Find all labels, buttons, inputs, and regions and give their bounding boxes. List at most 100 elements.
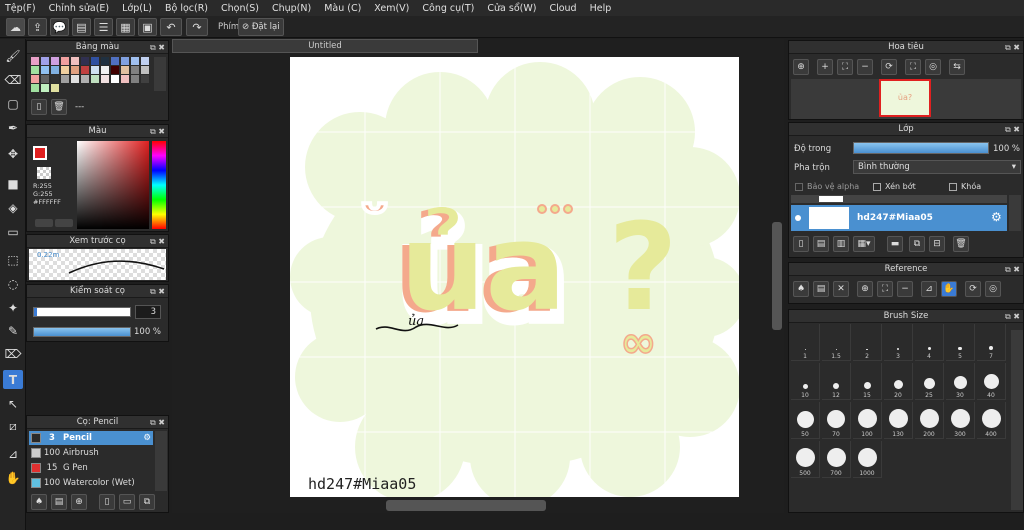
brush-size-cell[interactable]: 70 [822,402,851,439]
brush-size-cell[interactable]: 1000 [853,441,882,478]
magic-wand-icon[interactable]: ✦ [3,298,23,317]
layer-row-active[interactable]: hd247#Miaa05 ⚙ [791,205,1007,231]
redo-icon[interactable]: ↷ [186,18,208,36]
list-icon[interactable]: ☰ [94,18,113,36]
palette-swatch[interactable] [111,66,119,74]
merge-layer-icon[interactable]: ⊟ [929,236,945,252]
new-layer-1bit-icon[interactable]: ▥ [833,236,849,252]
blend-mode-select[interactable]: Bình thường ▾ [853,160,1021,174]
palette-swatch[interactable] [41,84,49,92]
foreground-color[interactable] [33,146,47,160]
palette-swatch[interactable] [51,75,59,83]
menu-item-6[interactable]: Màu (C) [324,3,361,14]
select-tool-icon[interactable]: ⬚ [3,250,23,269]
zoom-icon[interactable]: ⊕ [793,59,809,75]
palette-swatch[interactable] [51,84,59,92]
brush-size-cell[interactable]: 1 [791,324,820,361]
brush-settings-icon[interactable]: ▯ [99,494,115,510]
eyedropper-icon[interactable]: ⊿ [3,444,23,463]
palette-swatch[interactable] [61,75,69,83]
palette-swatch[interactable] [141,75,149,83]
layer-settings-gear-icon[interactable]: ⚙ [991,210,1002,224]
menu-item-2[interactable]: Lớp(L) [122,3,152,14]
palette-swatch[interactable] [81,75,89,83]
folder-icon[interactable]: ▤ [51,494,67,510]
document-tab[interactable]: Untitled [172,39,478,53]
hand-tool-icon[interactable]: ✋ [3,468,23,487]
brush-item[interactable]: 3 Pencil ⚙ [29,431,153,445]
palette-swatch[interactable] [91,57,99,65]
brush-size-cell[interactable]: 20 [884,363,913,400]
protect-alpha-checkbox[interactable] [795,183,803,191]
navigator-thumbnail[interactable]: ủa? [879,79,931,117]
palette-swatch[interactable] [121,57,129,65]
palette-swatch[interactable] [31,66,39,74]
ref-eyedropper-icon[interactable]: ⊿ [921,281,937,297]
fill-tool-icon[interactable]: ◈ [3,198,23,217]
ref-fit-icon[interactable]: ⛶ [877,281,893,297]
layer-scrollbar[interactable] [1009,195,1021,231]
brush-size-cell[interactable]: 200 [915,402,944,439]
color-eyedrop-button[interactable] [55,219,73,227]
flip-icon[interactable]: ⇆ [949,59,965,75]
palette-swatch[interactable] [111,75,119,83]
add-layer-menu-icon[interactable]: ▦▾ [853,236,875,252]
ref-rotate-reset-icon[interactable]: ◎ [985,281,1001,297]
ref-zoom-icon[interactable]: ⊕ [857,281,873,297]
canvas-hscroll[interactable] [386,500,546,511]
palette-swatch[interactable] [101,57,109,65]
palette-swatch[interactable] [121,75,129,83]
brush-opacity-slider[interactable] [33,327,131,337]
canvas-vscroll[interactable] [772,222,782,330]
lasso-tool-icon[interactable]: ◌ [3,274,23,293]
palette-swatch[interactable] [141,57,149,65]
brush-size-cell[interactable]: 3 [884,324,913,361]
saturation-value-picker[interactable] [77,141,149,229]
palette-swatch[interactable] [31,84,39,92]
import-brush-icon[interactable]: ⊕ [71,494,87,510]
brush-size-cell[interactable]: 2 [853,324,882,361]
brush-size-input[interactable]: 3 [135,305,161,319]
brush-size-cell[interactable]: 5 [946,324,975,361]
brush-size-cell[interactable]: 15 [853,363,882,400]
select-pen-icon[interactable]: ✎ [3,321,23,340]
palette-swatch[interactable] [91,75,99,83]
image-icon[interactable]: ▣ [138,18,157,36]
menu-item-4[interactable]: Chọn(S) [221,3,259,14]
brush-size-cell[interactable]: 7 [977,324,1006,361]
palette-swatch[interactable] [41,66,49,74]
palette-swatch[interactable] [81,66,89,74]
menu-item-11[interactable]: Help [590,3,612,14]
chat-icon[interactable]: 💬 [50,18,69,36]
delete-layer-icon[interactable]: 🗑 [953,236,969,252]
hue-slider[interactable] [152,141,166,229]
palette-swatch[interactable] [131,57,139,65]
brush-size-cell[interactable]: 700 [822,441,851,478]
palette-swatch[interactable] [41,57,49,65]
lock-checkbox[interactable] [949,183,957,191]
select-eraser-icon[interactable]: ⌦ [3,344,23,363]
brush-size-cell[interactable]: 40 [977,363,1006,400]
reset-button[interactable]: ⊘ Đặt lại [238,18,284,36]
palette-swatch[interactable] [101,66,109,74]
menu-item-1[interactable]: Chỉnh sửa(E) [49,3,110,14]
text-tool-icon[interactable]: T [3,370,23,389]
ref-open-icon[interactable]: ▤ [813,281,829,297]
menu-item-8[interactable]: Công cụ(T) [422,3,474,14]
rotate-reset-icon[interactable]: ◎ [925,59,941,75]
new-layer-8bit-icon[interactable]: ▤ [813,236,829,252]
menu-item-7[interactable]: Xem(V) [374,3,409,14]
brush-tool-icon[interactable]: 🖌 [3,46,23,65]
brush-size-cell[interactable]: 25 [915,363,944,400]
layer-visibility-icon[interactable] [795,215,801,221]
brush-duplicate-icon[interactable]: ⧉ [139,494,155,510]
move-tool-icon[interactable]: ✥ [3,144,23,163]
menu-item-5[interactable]: Chụp(N) [272,3,311,14]
add-brush-icon[interactable]: ♠ [31,494,47,510]
palette-swatch[interactable] [91,66,99,74]
brush-size-cell[interactable]: 50 [791,402,820,439]
divide-tool-icon[interactable]: ⧄ [3,417,23,436]
layer-folder-icon[interactable]: ▬ [887,236,903,252]
layer-row-partial[interactable] [791,195,1007,203]
menu-item-10[interactable]: Cloud [549,3,576,14]
